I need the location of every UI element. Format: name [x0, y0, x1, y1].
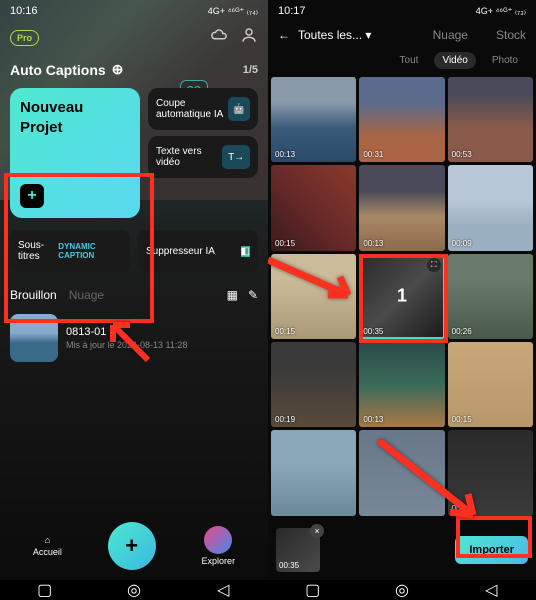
back-icon[interactable]: ◁ — [217, 584, 229, 596]
import-screen: 10:17 4G+ ⁴⁶ᴳ⁺ ₍₇₃₎ ← Toutes les... ▾ Nu… — [268, 0, 536, 600]
media-item[interactable]: 00:19 — [271, 342, 356, 427]
arrow-annotation — [268, 250, 368, 325]
home-icon[interactable]: ◎ — [396, 584, 408, 596]
robot-icon: 🤖 — [228, 97, 250, 121]
ai-remover-card[interactable]: Suppresseur IA ◧ — [138, 230, 258, 272]
back-icon[interactable]: ◁ — [485, 584, 497, 596]
media-item[interactable]: 00:15 — [448, 342, 533, 427]
auto-captions-header: Auto Captions ⊕ 1/5 — [0, 53, 268, 82]
media-item[interactable]: 00:13 — [271, 77, 356, 162]
text-to-video-card[interactable]: Texte vers vidéo T→ — [148, 136, 258, 178]
bottom-nav: ⌂ Accueil + Explorer — [0, 512, 268, 580]
selected-duration: 00:35 — [279, 561, 299, 570]
android-nav: ▢ ◎ ◁ — [268, 580, 536, 600]
pager: 1/5 — [243, 64, 258, 76]
media-item[interactable]: 00:09 — [448, 165, 533, 250]
text-icon: T→ — [222, 145, 250, 169]
nav-create-button[interactable]: + — [108, 522, 156, 570]
grid-view-icon[interactable]: ▦ — [227, 288, 238, 302]
remove-icon[interactable]: × — [310, 524, 324, 538]
home-icon[interactable]: ◎ — [128, 584, 140, 596]
new-project-label: Nouveau Projet — [20, 99, 83, 136]
status-icons: 4G+ ⁴⁶ᴳ⁺ ₍₇₄₎ — [208, 6, 258, 17]
arrow-circle-icon[interactable]: ⊕ — [112, 61, 124, 78]
media-item[interactable]: 00:26 — [448, 254, 533, 339]
recent-icon[interactable]: ▢ — [39, 584, 51, 596]
media-item[interactable] — [271, 430, 356, 515]
recent-icon[interactable]: ▢ — [307, 584, 319, 596]
auto-captions-label: Auto Captions — [10, 62, 106, 78]
auto-cut-card[interactable]: Coupe automatique IA 🤖 — [148, 88, 258, 130]
profile-icon[interactable] — [240, 26, 258, 49]
media-item[interactable]: 00:53 — [448, 77, 533, 162]
nav-explore[interactable]: Explorer — [202, 526, 236, 566]
media-tabs: Tout Vidéo Photo — [268, 48, 536, 77]
time: 10:16 — [10, 5, 38, 17]
status-bar: 10:16 4G+ ⁴⁶ᴳ⁺ ₍₇₄₎ — [0, 0, 268, 22]
status-icons: 4G+ ⁴⁶ᴳ⁺ ₍₇₃₎ — [476, 6, 526, 17]
arrow-annotation — [98, 310, 158, 375]
media-item[interactable]: 00:13 — [359, 165, 444, 250]
media-item[interactable]: 00:15 — [271, 165, 356, 250]
pro-badge[interactable]: Pro — [10, 30, 39, 46]
arrow-annotation — [378, 440, 488, 535]
explore-icon — [204, 526, 232, 554]
album-dropdown[interactable]: Toutes les... ▾ — [298, 28, 371, 42]
home-icon: ⌂ — [45, 535, 50, 545]
home-screen: 10:16 4G+ ⁴⁶ᴳ⁺ ₍₇₄₎ Pro CCAI Auto Captio… — [0, 0, 268, 600]
nav-home[interactable]: ⌂ Accueil — [33, 535, 62, 557]
back-arrow-icon[interactable]: ← — [278, 28, 290, 42]
top-bar: Pro — [0, 22, 268, 53]
highlight-new-project — [4, 173, 154, 323]
media-item[interactable]: 00:13 — [359, 342, 444, 427]
picker-header: ← Toutes les... ▾ Nuage Stock — [268, 22, 536, 48]
cloud-icon[interactable] — [210, 26, 228, 49]
android-nav: ▢ ◎ ◁ — [0, 580, 268, 600]
selected-thumbnail[interactable]: × 00:35 — [276, 528, 320, 572]
highlight-selected-media — [359, 254, 448, 343]
cloud-source[interactable]: Nuage — [433, 28, 468, 42]
edit-icon[interactable]: ✎ — [248, 288, 258, 302]
tab-photo[interactable]: Photo — [484, 52, 526, 69]
time: 10:17 — [278, 5, 306, 17]
status-bar: 10:17 4G+ ⁴⁶ᴳ⁺ ₍₇₃₎ — [268, 0, 536, 22]
media-item[interactable]: 00:31 — [359, 77, 444, 162]
tab-all[interactable]: Tout — [392, 52, 427, 69]
stock-source[interactable]: Stock — [496, 28, 526, 42]
eraser-icon: ◧ — [241, 246, 250, 257]
tab-video[interactable]: Vidéo — [434, 52, 475, 69]
